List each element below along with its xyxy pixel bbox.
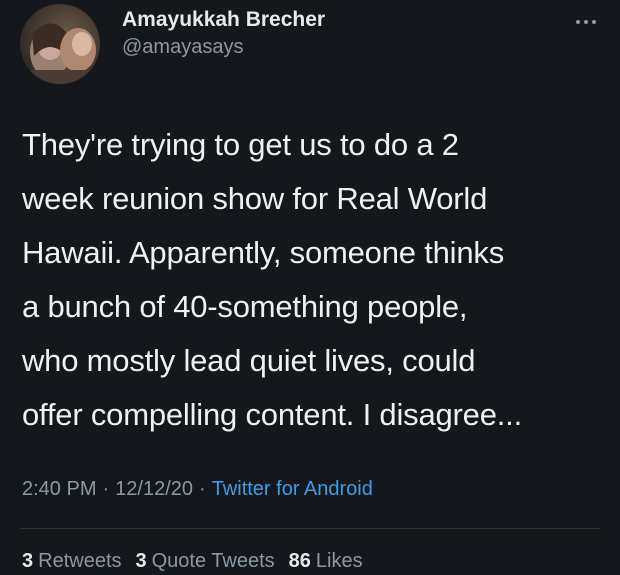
retweets-stat[interactable]: 3 Retweets [22, 550, 122, 573]
divider [20, 528, 600, 529]
tweet-header: Amayukkah Brecher @amayasays [20, 4, 325, 84]
author-names: Amayukkah Brecher @amayasays [122, 6, 325, 60]
tweet-time[interactable]: 2:40 PM [22, 478, 96, 501]
author-handle[interactable]: @amayasays [122, 34, 325, 60]
tweet-source-link[interactable]: Twitter for Android [212, 478, 373, 501]
likes-count: 86 [288, 550, 311, 572]
more-options-button[interactable] [570, 10, 602, 34]
quote-tweets-stat[interactable]: 3 Quote Tweets [136, 550, 275, 573]
quote-tweets-label: Quote Tweets [151, 550, 275, 572]
meta-separator: · [102, 478, 110, 500]
tweet-text: They're trying to get us to do a 2 week … [22, 127, 522, 432]
tweet-date[interactable]: 12/12/20 [115, 478, 193, 501]
avatar[interactable] [20, 4, 100, 84]
meta-separator: · [199, 478, 206, 500]
quote-tweets-count: 3 [135, 550, 147, 572]
more-horizontal-icon [576, 20, 596, 24]
tweet-meta: 2:40 PM · 12/12/20 · Twitter for Android [22, 478, 373, 501]
retweets-label: Retweets [38, 550, 122, 572]
retweets-count: 3 [22, 550, 34, 572]
author-display-name[interactable]: Amayukkah Brecher [122, 6, 325, 34]
likes-stat[interactable]: 86 Likes [289, 550, 363, 573]
tweet-stats: 3 Retweets 3 Quote Tweets 86 Likes [22, 550, 377, 573]
likes-label: Likes [315, 550, 363, 572]
avatar-image [20, 4, 100, 84]
tweet-card: Amayukkah Brecher @amayasays They're try… [0, 0, 620, 575]
